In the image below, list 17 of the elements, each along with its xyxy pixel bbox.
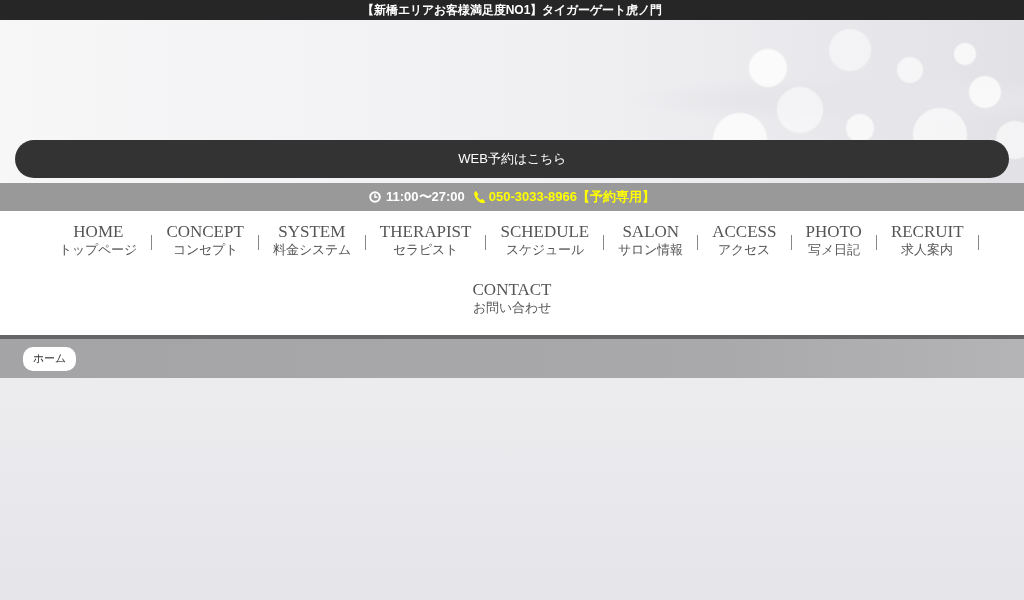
nav-link[interactable]: CONCEPT コンセプト [152, 222, 258, 258]
clock-icon [369, 191, 381, 203]
site-title: 【新橋エリアお客様満足度NO1】タイガーゲート虎ノ門 [361, 1, 663, 19]
nav-link[interactable]: CONTACT お問い合わせ [458, 280, 566, 316]
nav-link[interactable]: SCHEDULE スケジュール [486, 222, 604, 258]
nav-link[interactable]: SYSTEM 料金システム [258, 222, 365, 258]
nav-link[interactable]: ACCESS アクセス [698, 222, 791, 258]
phone-icon [473, 191, 485, 203]
nav-link[interactable]: HOME トップページ [45, 222, 152, 258]
reserve-button[interactable]: WEB予約はこちら [15, 140, 1009, 178]
opening-hours: 11:00〜27:00 [386, 188, 465, 206]
phone-number: 050-3033-8966【予約専用】 [488, 188, 655, 206]
nav-link[interactable]: SALON サロン情報 [604, 222, 698, 258]
nav-link[interactable]: THERAPIST セラピスト [365, 222, 486, 258]
nav-link[interactable]: PHOTO 写メ日記 [791, 222, 876, 258]
nav-link[interactable]: RECRUIT 求人案内 [876, 222, 978, 258]
breadcrumb-link[interactable]: ホーム [23, 346, 76, 371]
